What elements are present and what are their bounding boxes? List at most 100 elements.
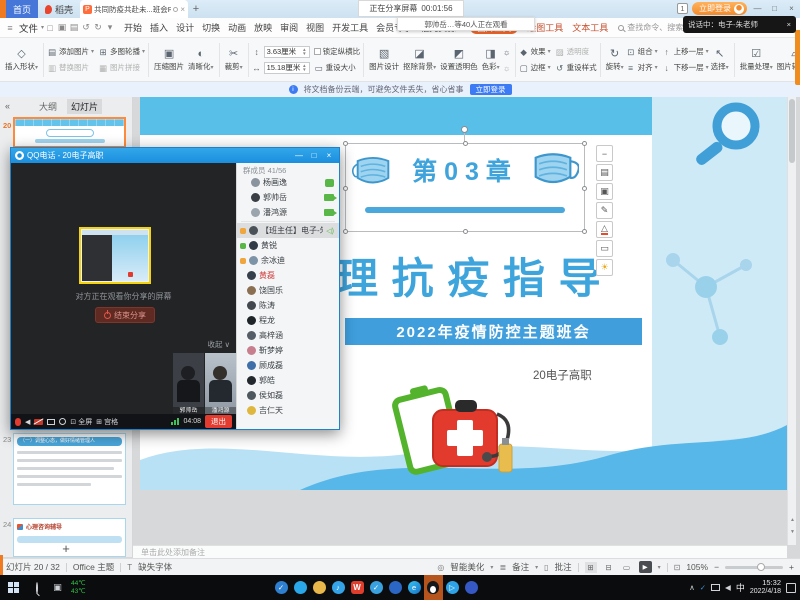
zoom-in-button[interactable]: + — [789, 562, 794, 572]
member-row[interactable]: 顾成磊 — [237, 358, 339, 373]
tab-outline[interactable]: 大纲 — [35, 99, 61, 114]
idea-bulb-button[interactable]: ☀ — [596, 259, 613, 276]
selection-box[interactable] — [345, 143, 585, 232]
app-pc-manager[interactable]: ✓ — [367, 575, 386, 600]
end-share-button[interactable]: 结束分享 — [95, 307, 155, 323]
qq-maximize-icon[interactable]: □ — [308, 151, 320, 160]
grid-view-button[interactable]: ⊞宫格 — [96, 417, 118, 427]
missing-font-label[interactable]: 缺失字体 — [138, 561, 172, 573]
face-icon[interactable] — [59, 418, 66, 425]
replace-picture-button[interactable]: ▥替换图片 — [47, 61, 94, 74]
zoom-level[interactable]: 105% — [686, 562, 708, 572]
notes-button[interactable]: 备注 — [512, 561, 529, 573]
close-icon[interactable]: × — [785, 4, 798, 13]
qq-call-window[interactable]: QQ电话 - 20电子高职 — □ × 对方正在观看你分享的屏幕 结束分享 — [10, 147, 340, 430]
brightness-down-button[interactable]: ☼ — [502, 61, 512, 74]
member-row[interactable]: 郭皓 — [237, 373, 339, 388]
docer-promo-strip[interactable] — [795, 30, 800, 85]
resize-handle-nw[interactable] — [343, 141, 348, 146]
batch-process-button[interactable]: ☑批量处理▾ — [738, 48, 775, 72]
undo-icon[interactable]: ↺ — [80, 22, 92, 33]
zoom-out-button[interactable]: − — [714, 562, 719, 572]
slide-byline[interactable]: 20电子高职 — [533, 367, 592, 383]
login-button[interactable]: 立即登录 — [692, 2, 747, 15]
save-icon[interactable]: ▣ — [56, 22, 68, 33]
bring-forward-button[interactable]: ↑上移一层▾ — [662, 45, 709, 58]
group-button[interactable]: ⊡组合▾ — [626, 45, 658, 58]
layer-button[interactable]: ▣ — [596, 183, 613, 200]
resize-handle-sw[interactable] — [343, 229, 348, 234]
viewers-dropdown[interactable]: 郭帅岳…等40人正在观看 — [397, 17, 535, 31]
align-button[interactable]: ≡对齐▾ — [626, 61, 658, 74]
member-row[interactable]: 潘鸿源 — [237, 205, 339, 220]
select-button[interactable]: ↖选择▾ — [709, 48, 731, 72]
frame-button[interactable]: ▭ — [596, 240, 613, 257]
more-icon[interactable]: ▾ — [104, 22, 116, 33]
remove-background-button[interactable]: ◪抠除背景▾ — [401, 48, 438, 72]
tab-text-tools[interactable]: 文本工具 — [572, 21, 608, 34]
print-icon[interactable]: ▤ — [68, 22, 80, 33]
taskbar-clock[interactable]: 15:32 2022/4/18 — [750, 579, 781, 596]
tab-home[interactable]: 首页 — [6, 0, 38, 18]
camera-feed-2[interactable]: 潘鸿源 — [205, 353, 236, 415]
menu-animation[interactable]: 动画 — [226, 20, 248, 35]
screen-share-status[interactable]: 正在分享屏幕 00:01:56 — [358, 0, 464, 17]
camera-off-icon[interactable] — [34, 419, 43, 425]
app-wps[interactable]: W — [348, 575, 367, 600]
minimize-icon[interactable]: — — [751, 4, 764, 13]
app-security-check[interactable]: ✓ — [272, 575, 291, 600]
collapse-videos-button[interactable]: 收起 ∨ — [208, 339, 231, 350]
toast-close-icon[interactable]: × — [787, 20, 791, 29]
color-button[interactable]: ◨色彩▾ — [480, 48, 502, 72]
tab-slides[interactable]: 幻灯片 — [67, 99, 102, 114]
member-row[interactable]: 饶国乐 — [237, 283, 339, 298]
read-view-button[interactable]: ▭ — [621, 562, 633, 573]
slide-thumbnail-23[interactable]: （一）调整心态，做好情绪管理人 — [13, 433, 126, 505]
menu-review[interactable]: 审阅 — [278, 20, 300, 35]
member-row[interactable]: 郭帅岳 — [237, 190, 339, 205]
insert-shape-button[interactable]: ◇插入形状▾ — [3, 48, 40, 72]
zoom-knob[interactable] — [757, 563, 765, 571]
width-input[interactable]: 15.18厘米▲▼ — [264, 62, 310, 74]
menu-transition[interactable]: 切换 — [200, 20, 222, 35]
app-qq-active[interactable] — [424, 575, 443, 600]
tray-network-icon[interactable] — [711, 584, 720, 591]
member-row[interactable]: 程龙 — [237, 313, 339, 328]
border-button[interactable]: ▢边框▾ — [519, 61, 551, 74]
theme-label[interactable]: Office 主题 — [73, 561, 114, 573]
fullscreen-button[interactable]: ⊡全屏 — [70, 417, 92, 427]
rotate-button[interactable]: ↻旋转▾ — [604, 48, 626, 72]
fit-icon[interactable]: ⊡ — [674, 563, 681, 572]
notes-bar[interactable]: 单击此处添加备注 — [133, 545, 787, 558]
new-doc-icon[interactable]: □ — [44, 23, 56, 33]
collapse-toolbar-button[interactable]: − — [596, 145, 613, 162]
resize-handle-se[interactable] — [582, 229, 587, 234]
pin-icon[interactable] — [173, 7, 178, 12]
vertical-scrollbar[interactable]: ▲ ▼ — [787, 97, 796, 545]
member-row[interactable]: 黄磊 — [237, 268, 339, 283]
file-menu[interactable]: ≡ 文件 ▾ — [4, 21, 44, 35]
transparent-color-button[interactable]: ◩设置透明色 — [438, 48, 480, 72]
member-row[interactable]: 高梓涵 — [237, 328, 339, 343]
sharpen-button[interactable]: ◐清晰化▾ — [186, 48, 216, 72]
comment-button[interactable]: 批注 — [555, 561, 572, 573]
camera-feed-1[interactable]: 郭帅岳 — [173, 353, 204, 415]
tray-expand-icon[interactable]: ∧ — [689, 583, 695, 592]
menu-start[interactable]: 开始 — [122, 20, 144, 35]
tray-shield-icon[interactable]: ✓ — [700, 583, 706, 592]
next-slide-button[interactable]: ▼ — [788, 529, 797, 535]
add-picture-button[interactable]: ▤添加图片▾ — [47, 45, 94, 58]
normal-view-button[interactable]: ⊞ — [585, 562, 597, 573]
zoom-slider[interactable] — [725, 566, 783, 569]
carousel-button[interactable]: ⊞多图轮播▾ — [98, 45, 145, 58]
qq-titlebar[interactable]: QQ电话 - 20电子高职 — □ × — [11, 148, 339, 163]
notice-login-button[interactable]: 立即登录 — [470, 84, 512, 95]
start-button[interactable] — [0, 575, 26, 600]
crop-button[interactable]: ✂裁剪▾ — [223, 48, 245, 72]
app-yellow-face[interactable] — [310, 575, 329, 600]
redo-icon[interactable]: ↻ — [92, 22, 104, 33]
member-row[interactable]: 余冰迪 — [237, 253, 339, 268]
picture-design-button[interactable]: ▧图片设计 — [367, 48, 401, 72]
shape-fill-button[interactable]: △ — [596, 221, 613, 238]
menu-view[interactable]: 视图 — [304, 20, 326, 35]
